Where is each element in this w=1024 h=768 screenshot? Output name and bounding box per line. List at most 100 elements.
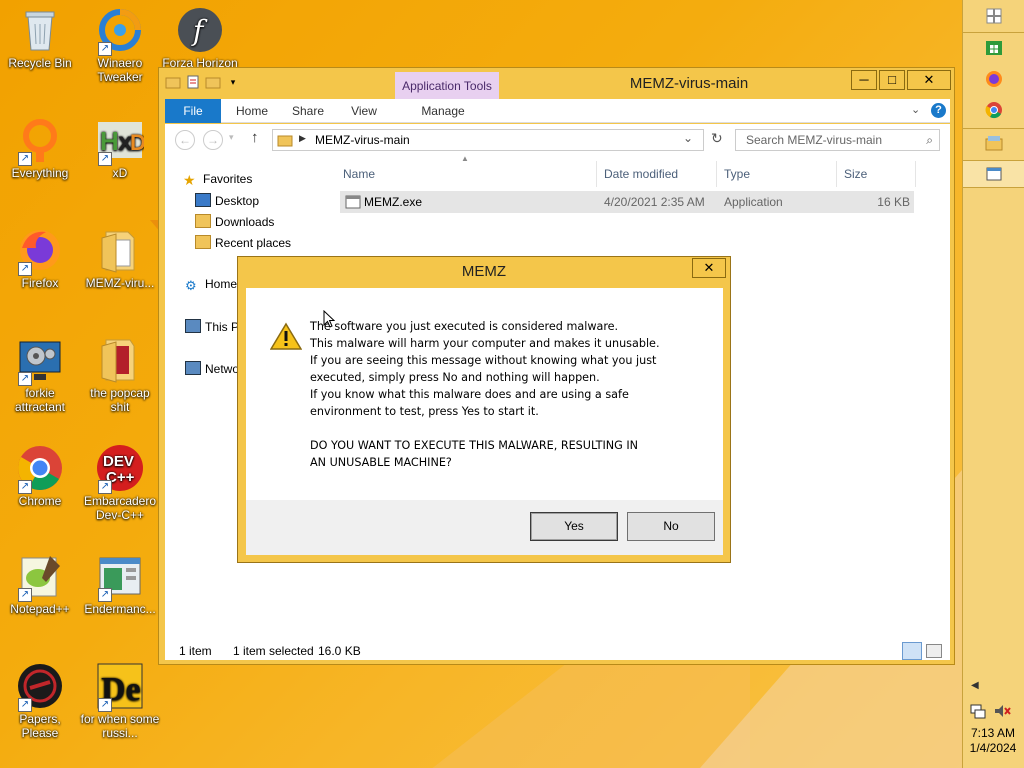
new-folder-icon[interactable]	[205, 74, 221, 90]
nav-this-pc[interactable]: This P	[185, 319, 239, 334]
expand-ribbon-chevron-icon[interactable]: ⌄	[911, 103, 920, 116]
column-header-type[interactable]: Type	[720, 161, 837, 187]
forward-button[interactable]: →	[203, 130, 223, 150]
message-line: environment to test, press Yes to start …	[310, 405, 539, 418]
explorer-titlebar[interactable]: ▾ Application Tools MEMZ-virus-main ─ □ …	[159, 68, 954, 100]
taskbar-clock[interactable]: 7:13 AM 1/4/2024	[962, 726, 1024, 756]
yes-button[interactable]: Yes	[530, 512, 618, 541]
tab-view[interactable]: View	[341, 99, 387, 123]
nav-downloads[interactable]: Downloads	[195, 214, 274, 229]
properties-icon[interactable]	[185, 74, 201, 90]
chrome-taskbar-icon[interactable]	[984, 100, 1004, 120]
desktop-icon-popcap[interactable]: the popcap shit	[80, 336, 160, 414]
nav-desktop[interactable]: Desktop	[195, 193, 259, 208]
desktop-icon-label: Papers, Please	[19, 712, 61, 740]
dialog-window-taskbar-icon[interactable]	[984, 164, 1004, 184]
desktop-icon-memz-folder[interactable]: MEMZ-viru...	[80, 226, 160, 290]
search-icon: ⌕	[926, 133, 933, 147]
message-line: This malware will harm your computer and…	[310, 337, 660, 350]
dialog-button-area: Yes No	[246, 500, 723, 555]
nav-label: Desktop	[215, 194, 260, 208]
desktop-icon-winaero-tweaker[interactable]: ↗ Winaero Tweaker	[80, 6, 160, 84]
back-button[interactable]: ←	[175, 130, 195, 150]
desktop-icon-chrome[interactable]: ↗ Chrome	[0, 444, 80, 508]
nav-label: This P	[205, 320, 240, 334]
nav-network[interactable]: Netwo	[185, 361, 239, 376]
shortcut-arrow-icon: ↗	[18, 698, 32, 712]
large-icons-view-button[interactable]	[926, 644, 942, 658]
desktop-icon-label: Chrome	[18, 494, 62, 508]
customize-qat-chevron-icon[interactable]: ▾	[225, 74, 241, 90]
firefox-icon: ↗	[16, 226, 64, 276]
tab-share[interactable]: Share	[285, 99, 331, 123]
nav-label: Home	[205, 277, 238, 291]
dialog-close-button[interactable]: ✕	[692, 258, 726, 278]
status-item-count: 1 item	[179, 644, 212, 658]
desktop-icon-label: MEMZ-viru...	[85, 276, 155, 290]
desktop-icon-russian[interactable]: De ↗ for when some russi...	[80, 662, 160, 740]
nav-favorites[interactable]: ★ Favorites	[183, 172, 252, 188]
column-header-size[interactable]: Size	[840, 161, 916, 187]
close-button[interactable]: ✕	[907, 70, 951, 90]
file-explorer-taskbar-icon[interactable]	[984, 133, 1004, 153]
column-header-name[interactable]: Name	[339, 161, 597, 187]
desktop-icon-forza-horizon[interactable]: f Forza Horizon	[160, 6, 240, 70]
refresh-icon[interactable]: ↻	[711, 130, 723, 147]
firefox-taskbar-icon[interactable]	[984, 69, 1004, 89]
dialog-message: The software you just executed is consid…	[310, 318, 710, 471]
volume-muted-icon[interactable]	[993, 702, 1011, 720]
desktop-icon-papers-please[interactable]: ↗ Papers, Please	[0, 662, 80, 740]
help-icon[interactable]: ?	[931, 103, 946, 118]
shortcut-arrow-icon: ↗	[98, 480, 112, 494]
desktop-icon-firefox[interactable]: ↗ Firefox	[0, 226, 80, 290]
taskbar-separator	[963, 32, 1024, 33]
address-bar[interactable]: ▶ MEMZ-virus-main ⌄	[272, 129, 704, 151]
desktop-icon-everything[interactable]: ↗ Everything	[0, 116, 80, 180]
desktop-icon-label: Endermanc...	[84, 602, 156, 616]
desktop-icon-recycle-bin[interactable]: Recycle Bin	[0, 6, 80, 70]
recent-locations-chevron-icon[interactable]: ▾	[229, 132, 234, 143]
breadcrumb-current[interactable]: MEMZ-virus-main	[315, 133, 410, 147]
tab-home[interactable]: Home	[229, 99, 275, 123]
no-button[interactable]: No	[627, 512, 715, 541]
svg-text:D: D	[130, 130, 144, 155]
folder-icon	[96, 226, 144, 274]
nav-homegroup[interactable]: ⚙ Home	[185, 277, 238, 293]
mouse-cursor-icon	[323, 310, 335, 328]
search-input[interactable]: Search MEMZ-virus-main ⌕	[735, 129, 940, 151]
hxd-icon: HxD ↗	[96, 116, 146, 166]
nav-recent-places[interactable]: Recent places	[195, 235, 291, 250]
nav-label: Netwo	[205, 362, 240, 376]
desktop-icon-notepadpp[interactable]: ↗ Notepad++	[0, 552, 80, 616]
up-button[interactable]: ↑	[251, 129, 259, 146]
details-view-button[interactable]	[902, 642, 922, 660]
desktop-icon	[195, 193, 211, 207]
desktop-icon-label: Winaero Tweaker	[97, 56, 143, 84]
message-line: The software you just executed is consid…	[310, 320, 619, 333]
desktop-icon-xd[interactable]: HxD ↗ xD	[80, 116, 160, 180]
network-icon[interactable]	[969, 702, 987, 720]
minimize-button[interactable]: ─	[851, 70, 877, 90]
store-icon[interactable]	[984, 37, 1004, 57]
maximize-button[interactable]: □	[879, 70, 905, 90]
address-history-chevron-icon[interactable]: ⌄	[683, 131, 693, 145]
tab-manage[interactable]: Manage	[401, 99, 485, 123]
column-header-date-modified[interactable]: Date modified	[600, 161, 717, 187]
shortcut-arrow-icon: ↗	[18, 480, 32, 494]
file-row[interactable]: MEMZ.exe 4/20/2021 2:35 AM Application 1…	[340, 191, 914, 213]
homegroup-icon: ⚙	[185, 278, 197, 293]
shortcut-arrow-icon: ↗	[98, 42, 112, 56]
desktop-icon-forkie-attractant[interactable]: ↗ forkie attractant	[0, 336, 80, 414]
search-placeholder: Search MEMZ-virus-main	[746, 133, 883, 147]
tab-file[interactable]: File	[165, 99, 221, 123]
de-app-icon: De ↗	[96, 662, 144, 712]
start-windows-icon[interactable]	[984, 6, 1004, 26]
show-hidden-icons-chevron-icon[interactable]: ◀	[971, 680, 979, 691]
notepad-plus-plus-icon: ↗	[16, 552, 64, 602]
desktop-icon-endermanch[interactable]: ↗ Endermanc...	[80, 552, 160, 616]
quick-access-toolbar: ▾	[165, 74, 241, 90]
desktop-icon-devcpp[interactable]: DEV C++ ↗ Embarcadero Dev-C++	[80, 444, 160, 522]
star-icon: ★	[183, 172, 196, 188]
shortcut-arrow-icon: ↗	[18, 588, 32, 602]
file-name: MEMZ.exe	[364, 195, 423, 209]
